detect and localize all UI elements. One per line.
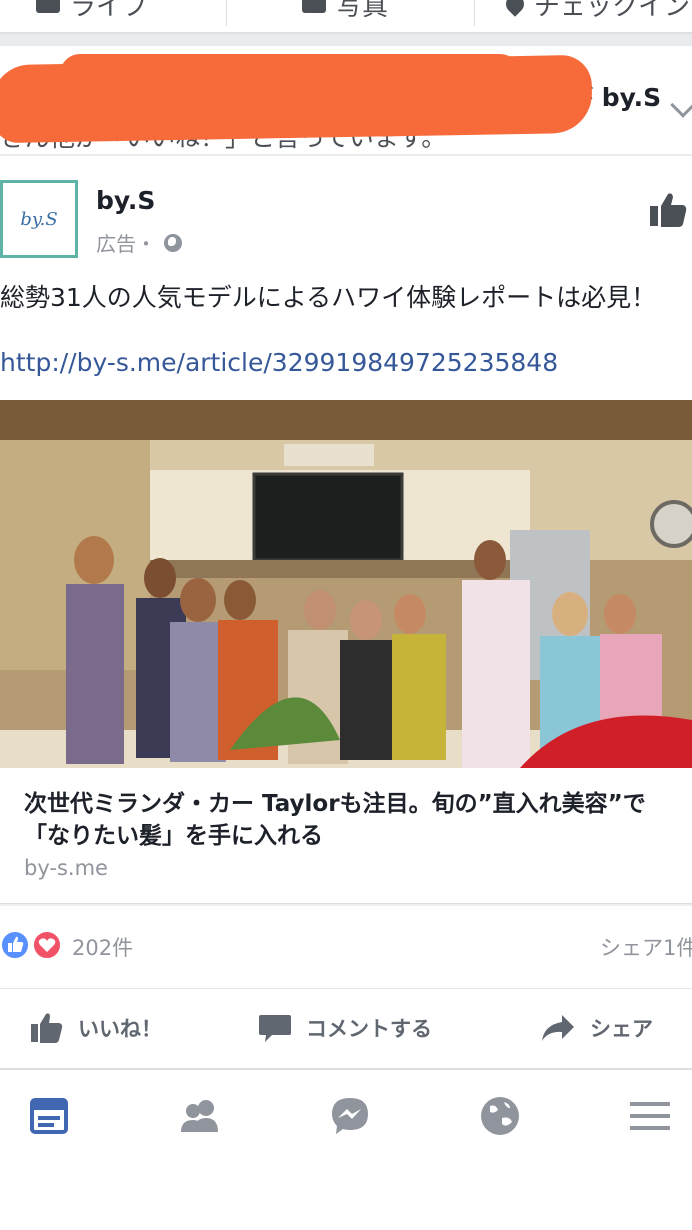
- post-link[interactable]: http://by-s.me/article/32991984972523584…: [0, 348, 558, 377]
- share-button[interactable]: シェア: [540, 990, 653, 1066]
- menu-icon[interactable]: [628, 1094, 672, 1138]
- like-reaction-icon: [0, 930, 30, 960]
- reactions-summary[interactable]: 202件 シェア1件: [0, 924, 692, 968]
- divider: [0, 988, 692, 989]
- social-context: さん他が「いいね！」と言っています。 が by.S: [0, 46, 692, 156]
- thumbs-up-icon: [31, 1013, 63, 1043]
- chevron-down-icon[interactable]: [670, 92, 692, 118]
- post-image[interactable]: [0, 400, 692, 768]
- love-reaction-icon: [32, 930, 62, 960]
- photo-icon: [302, 0, 326, 13]
- link-domain: by-s.me: [24, 856, 108, 880]
- feed-separator: [0, 34, 692, 46]
- sponsored-label: 広告・: [96, 232, 156, 256]
- post-text: 総勢31人の人気モデルによるハワイ体験レポートは必見！: [0, 283, 657, 312]
- link-preview[interactable]: 次世代ミランダ・カー Taylorも注目。旬の”直入れ美容”で「なりたい髪」を手…: [0, 768, 692, 904]
- like-button[interactable]: いいね！: [30, 990, 162, 1066]
- reaction-count: 202件: [72, 936, 134, 960]
- redaction-mark: [60, 54, 520, 94]
- share-arrow-icon: [542, 1015, 574, 1041]
- post-meta: 広告・: [96, 228, 182, 257]
- avatar[interactable]: by.S: [0, 180, 78, 258]
- link-headline: 次世代ミランダ・カー Taylorも注目。旬の”直入れ美容”で「なりたい髪」を手…: [24, 791, 646, 849]
- tab-bar: [0, 1068, 692, 1160]
- comment-icon: [259, 1015, 291, 1042]
- page-name[interactable]: by.S: [96, 186, 155, 215]
- divider: [474, 0, 475, 26]
- comment-button[interactable]: コメントする: [258, 990, 432, 1066]
- share-count[interactable]: シェア1件: [600, 932, 692, 962]
- page-logo: by.S: [20, 208, 58, 230]
- checkin-button[interactable]: チェックイン: [502, 0, 690, 22]
- divider: [226, 0, 227, 26]
- news-feed-icon[interactable]: [28, 1094, 72, 1138]
- friends-icon[interactable]: [178, 1094, 222, 1138]
- video-icon: [36, 0, 60, 13]
- action-bar: いいね！ コメントする シェア: [0, 990, 692, 1066]
- globe-icon: [164, 233, 182, 252]
- photo-button[interactable]: 写真: [302, 0, 388, 22]
- live-button[interactable]: ライブ: [36, 0, 148, 22]
- location-pin-icon: [502, 0, 528, 17]
- like-page-icon[interactable]: [648, 190, 688, 230]
- composer-strip: ライブ 写真 チェックイン: [0, 0, 692, 34]
- globe-notifications-icon[interactable]: [478, 1094, 522, 1138]
- messenger-icon[interactable]: [328, 1094, 372, 1138]
